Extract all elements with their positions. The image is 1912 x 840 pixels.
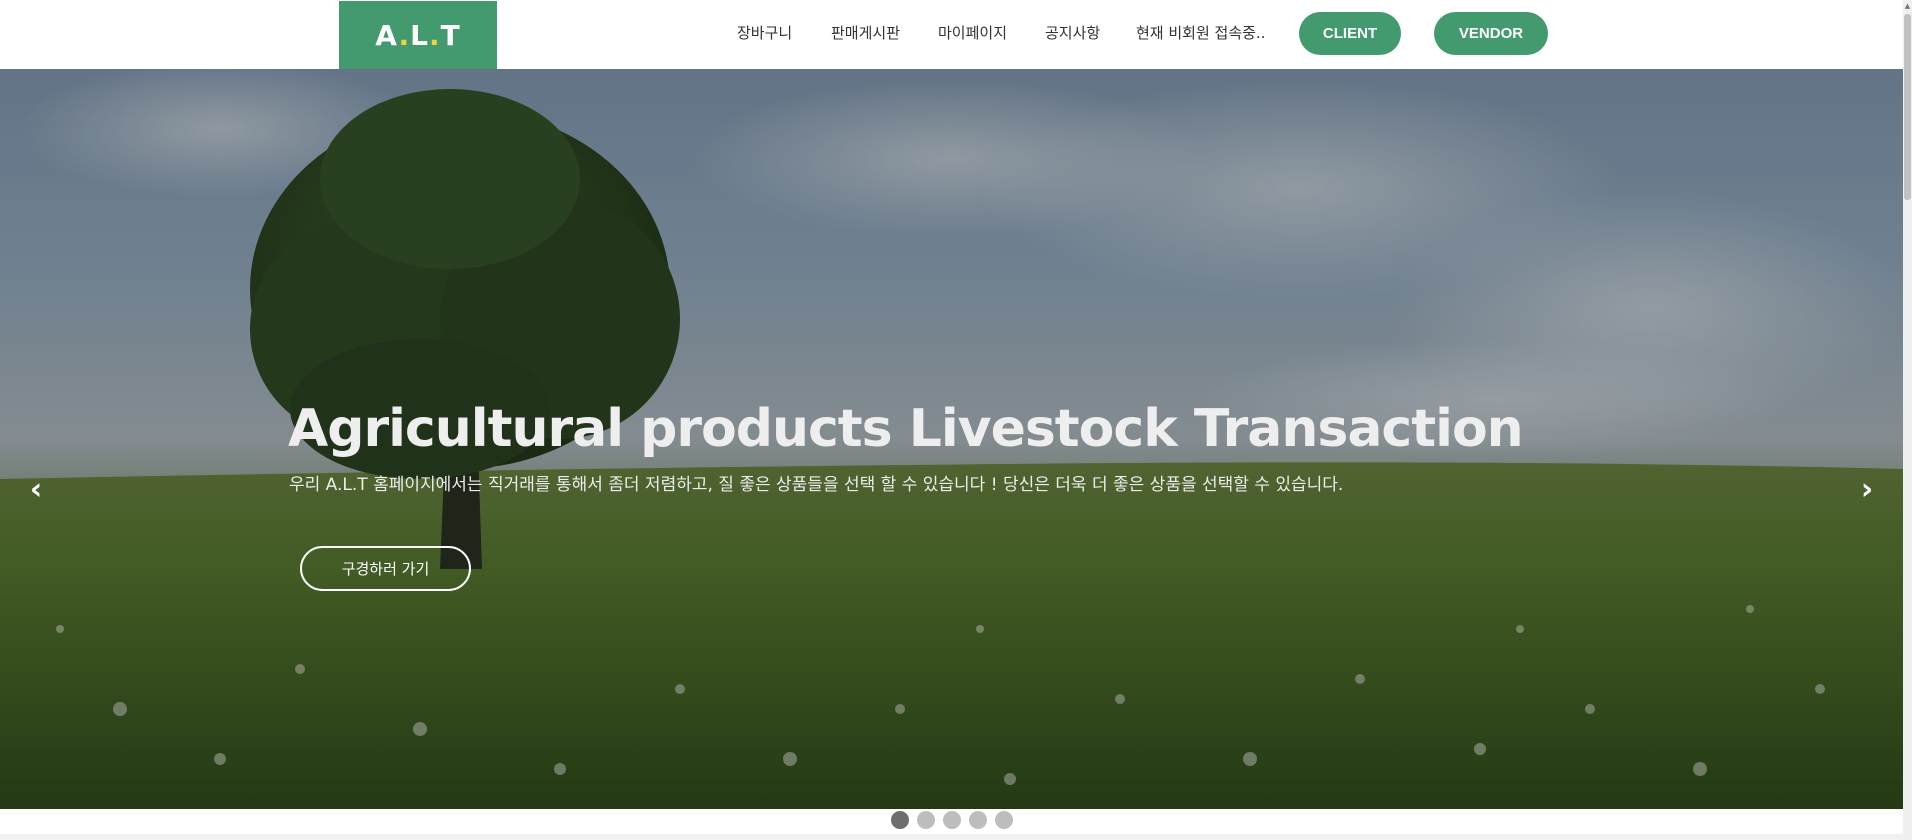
scroll-up-icon[interactable]: ▲: [1903, 0, 1912, 12]
client-button[interactable]: CLIENT: [1299, 12, 1401, 55]
chevron-right-icon[interactable]: ›: [1852, 469, 1882, 509]
hero-subtitle: 우리 A.L.T 홈페이지에서는 직거래를 통해서 좀더 저렴하고, 질 좋은 …: [289, 475, 1344, 495]
nav-my-page[interactable]: 마이페이지: [938, 22, 1007, 44]
hero-title: Agricultural products Livestock Transact…: [288, 399, 1524, 459]
carousel-dot-2[interactable]: [917, 811, 935, 829]
page-scrollbar[interactable]: ▲: [1903, 0, 1912, 840]
vendor-button[interactable]: VENDOR: [1434, 12, 1548, 55]
browse-button[interactable]: 구경하러 가기: [300, 546, 471, 591]
carousel-dot-5[interactable]: [995, 811, 1013, 829]
nav-sales-board[interactable]: 판매게시판: [831, 22, 900, 44]
carousel-dot-1[interactable]: [891, 811, 909, 829]
carousel-indicators: [891, 811, 1013, 829]
nav-notice[interactable]: 공지사항: [1045, 22, 1100, 44]
nav-guest-status[interactable]: 현재 비회원 접속중..: [1136, 22, 1265, 44]
carousel-dot-4[interactable]: [969, 811, 987, 829]
logo-text: A.L.T: [375, 18, 461, 52]
site-logo[interactable]: A.L.T: [339, 1, 497, 69]
chevron-left-icon[interactable]: ‹: [21, 469, 51, 509]
site-header: A.L.T 장바구니 판매게시판 마이페이지 공지사항 현재 비회원 접속중..…: [0, 0, 1903, 69]
hero-carousel: Agricultural products Livestock Transact…: [0, 69, 1903, 809]
nav-cart[interactable]: 장바구니: [737, 22, 792, 44]
scrollbar-thumb[interactable]: [1904, 14, 1911, 200]
carousel-dot-3[interactable]: [943, 811, 961, 829]
section-divider: [0, 834, 1903, 840]
